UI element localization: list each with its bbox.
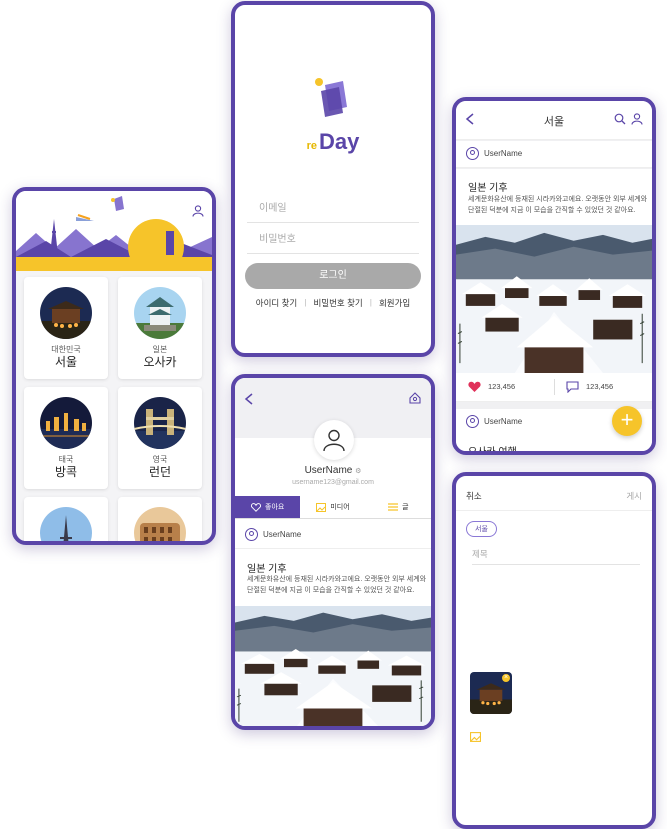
paris-eiffel-icon [40,507,92,541]
list-icon [388,503,399,511]
search-icon[interactable] [614,113,626,125]
account-links: 아이디 찾기 | 비밀번호 찾기 | 회원가입 [235,297,431,309]
post-text: 일본 기후 세계문화유산에 등재된 시라카와고에요. 오랫동안 외부 세계와 단… [456,169,652,227]
city-card-paris[interactable] [24,497,108,541]
city-card-london[interactable]: 영국 런던 [118,387,202,489]
rome-colosseum-icon [134,507,186,541]
attached-photo-thumbnail[interactable]: × [470,672,512,714]
home-icon[interactable] [409,392,421,404]
password-field[interactable]: 비밀번호 [247,226,419,254]
remove-photo-icon[interactable]: × [502,674,510,682]
avatar-icon [466,415,479,428]
city-country: 대한민국 [51,345,81,354]
image-icon[interactable] [470,732,481,742]
city-country: 일본 [152,345,168,354]
post-text: 오사카 여행 [456,435,652,455]
profile-icon[interactable] [192,205,204,217]
post-title: 일본 기후 [468,183,508,194]
logo-prefix: re [306,140,318,152]
add-post-button[interactable]: + [612,406,642,436]
tab-label: 좋아요 [265,504,285,511]
city-country: 영국 [152,455,168,464]
heart-icon[interactable] [468,381,481,393]
tab-likes[interactable]: 좋아요 [235,496,301,518]
bangkok-night-icon [40,397,92,449]
find-id-link[interactable]: 아이디 찾기 [249,297,304,309]
post-actions: 123,456 123,456 [456,373,652,402]
divider [554,379,555,395]
post-body-line: 세계문화유산에 등재된 시라카와고에요. 오랫동안 외부 세계와 [468,196,648,203]
post-photo[interactable] [456,225,652,373]
title-input[interactable]: 제목 [472,546,640,565]
post-body: 세계문화유산에 등재된 시라카와고에요. 오랫동안 외부 세계와 단절된 덕분에… [247,574,431,596]
city-card-osaka[interactable]: 일본 오사카 [118,277,202,379]
profile-email: username123@gmail.com [292,479,374,486]
app-logo-icon [315,78,347,117]
signup-link[interactable]: 회원가입 [372,297,417,309]
profile-icon[interactable] [631,113,643,125]
city-card-rome[interactable] [118,497,202,541]
profile-tabs: 좋아요 미디어 글 [235,496,431,519]
user-avatar-icon [323,429,345,452]
edit-gear-icon[interactable]: ⚙ [355,468,361,475]
tab-label: 미디어 [330,504,350,511]
london-bridge-icon [134,397,186,449]
feed-screen: 서울 UserName 일본 기후 세계문화유산에 등재된 시라카와고에요. 오… [452,97,656,455]
city-tag[interactable]: 서울 [466,521,497,537]
email-field[interactable]: 이메일 [247,195,419,223]
city-name: 오사카 [143,355,177,369]
avatar-icon [245,528,258,541]
tab-posts[interactable]: 글 [366,496,431,518]
avatar-icon [466,147,479,160]
feed-topbar: 서울 [456,101,652,140]
profile-username: UserName [304,465,353,476]
logo-name: Day [319,129,360,154]
post-username: UserName [484,149,523,158]
post-author-row[interactable]: UserName [235,522,431,549]
city-country: 태국 [58,455,74,464]
city-card-bangkok[interactable]: 태국 방콕 [24,387,108,489]
login-button[interactable]: 로그인 [245,263,421,289]
image-icon [316,502,327,512]
profile-screen: UserName ⚙ username123@gmail.com 좋아요 미디어… [231,374,435,730]
write-screen: 취소 게시 서울 제목 × [452,472,656,829]
write-topbar: 취소 게시 [456,476,652,511]
post-username: UserName [484,417,523,426]
profile-avatar [314,420,354,460]
travel-skyline-illustration [16,191,212,275]
like-count: 123,456 [488,382,516,391]
profile-username-row: UserName ⚙ [235,465,431,476]
post-body: 세계문화유산에 등재된 시라카와고에요. 오랫동안 외부 세계와 단절된 덕분에… [468,194,652,216]
post-body-line: 단절된 덕분에 지금 이 모습을 간직할 수 있었던 것 같아요. [468,207,636,214]
city-list-screen: 대한민국 서울 일본 오사카 태국 방콕 영국 런던 [12,187,216,545]
post-body-line: 단절된 덕분에 지금 이 모습을 간직할 수 있었던 것 같아요. [247,587,415,594]
tab-media[interactable]: 미디어 [300,496,365,518]
city-card-seoul[interactable]: 대한민국 서울 [24,277,108,379]
post-author-row[interactable]: UserName [456,141,652,168]
post-username: UserName [263,530,302,539]
city-name: 런던 [148,465,172,479]
find-password-link[interactable]: 비밀번호 찾기 [306,297,369,309]
post-title: 오사카 여행 [468,447,517,455]
comment-count: 123,456 [586,382,614,391]
city-name: 서울 [54,355,78,369]
back-arrow-icon[interactable] [244,393,254,405]
seoul-gate-icon [40,287,92,339]
header-illustration [16,191,212,275]
post-title: 일본 기후 [247,564,287,575]
city-name: 방콕 [54,465,78,479]
cancel-button[interactable]: 취소 [466,490,482,502]
post-photo[interactable] [235,606,431,730]
post-body-line: 세계문화유산에 등재된 시라카와고에요. 오랫동안 외부 세계와 [247,576,427,583]
app-logo-text: reDay [235,129,431,155]
comment-icon[interactable] [566,381,579,393]
submit-button[interactable]: 게시 [626,490,642,502]
login-screen: reDay 이메일 비밀번호 로그인 아이디 찾기 | 비밀번호 찾기 | 회원… [231,1,435,357]
tab-label: 글 [402,504,409,511]
heart-outline-icon [251,502,261,512]
osaka-castle-icon [134,287,186,339]
